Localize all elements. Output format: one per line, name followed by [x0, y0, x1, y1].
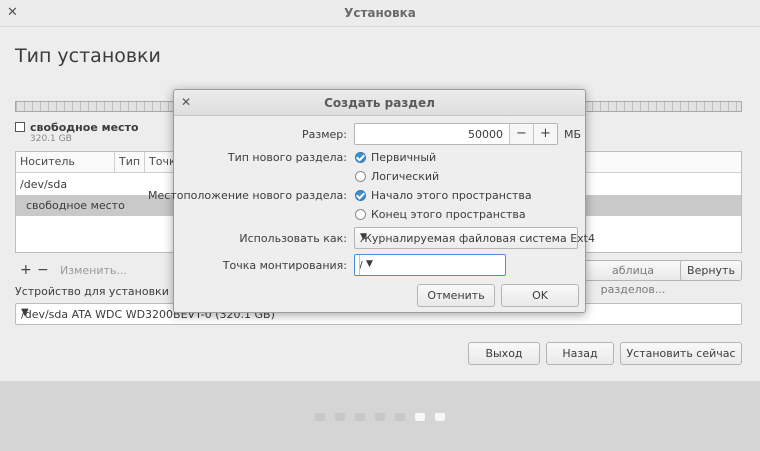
- install-now-button[interactable]: Установить сейчас: [620, 342, 742, 365]
- option-logical[interactable]: Логический: [371, 170, 439, 183]
- legend-name: свободное место: [30, 121, 139, 134]
- minus-icon[interactable]: −: [509, 124, 533, 144]
- progress-footer: [0, 381, 760, 451]
- size-spinbox[interactable]: 50000 − +: [354, 123, 558, 145]
- legend-swatch: [15, 122, 25, 132]
- radio-location-end[interactable]: [355, 209, 366, 220]
- step-dot: [375, 413, 385, 421]
- column-header-type[interactable]: Тип: [119, 155, 140, 168]
- radio-primary[interactable]: [355, 152, 366, 163]
- dialog-titlebar: ✕ Создать раздел: [174, 90, 585, 116]
- ok-button[interactable]: OK: [501, 284, 579, 307]
- plus-icon[interactable]: +: [533, 124, 557, 144]
- step-dot: [395, 413, 405, 421]
- create-partition-dialog: ✕ Создать раздел Размер: 50000 − + МБ Ти…: [148, 89, 595, 313]
- size-input[interactable]: 50000: [468, 128, 503, 141]
- mount-point-combo[interactable]: / ▼: [354, 254, 506, 276]
- option-location-end[interactable]: Конец этого пространства: [371, 208, 526, 221]
- legend-size: 320.1 GB: [30, 134, 72, 144]
- radio-logical[interactable]: [355, 171, 366, 182]
- add-partition-button[interactable]: +: [20, 262, 32, 278]
- option-location-start[interactable]: Начало этого пространства: [371, 189, 532, 202]
- cancel-button[interactable]: Отменить: [417, 284, 495, 307]
- column-header-device[interactable]: Носитель: [20, 155, 75, 168]
- remove-partition-button[interactable]: −: [37, 262, 49, 278]
- quit-button[interactable]: Выход: [468, 342, 540, 365]
- back-button[interactable]: Назад: [546, 342, 614, 365]
- step-dot: [355, 413, 365, 421]
- use-as-label: Использовать как:: [239, 232, 347, 245]
- mount-point-label: Точка монтирования:: [222, 259, 347, 272]
- size-unit: МБ: [564, 128, 582, 141]
- chevron-down-icon[interactable]: ▼: [359, 255, 379, 275]
- window-title: Установка: [344, 6, 416, 20]
- change-partition-button[interactable]: Изменить...: [60, 264, 127, 277]
- window-titlebar: ✕ Установка: [0, 0, 760, 27]
- step-dot: [415, 413, 425, 421]
- column-header-mount[interactable]: Точк: [149, 155, 176, 168]
- chevron-down-icon: ▼: [360, 232, 367, 242]
- step-dot: [435, 413, 445, 421]
- new-partition-table-button[interactable]: аблица разделов...: [578, 260, 688, 296]
- page-title: Тип установки: [15, 45, 161, 67]
- partition-type-label: Тип нового раздела:: [227, 151, 347, 164]
- radio-location-start[interactable]: [355, 190, 366, 201]
- location-label: Местоположение нового раздела:: [148, 189, 347, 202]
- revert-button[interactable]: Вернуть: [680, 260, 742, 281]
- dialog-title: Создать раздел: [324, 96, 435, 110]
- option-primary[interactable]: Первичный: [371, 151, 436, 164]
- step-dot: [315, 413, 325, 421]
- step-dot: [335, 413, 345, 421]
- use-as-select[interactable]: Журналируемая файловая система Ext4 ▼: [354, 227, 595, 249]
- size-label: Размер:: [302, 128, 347, 141]
